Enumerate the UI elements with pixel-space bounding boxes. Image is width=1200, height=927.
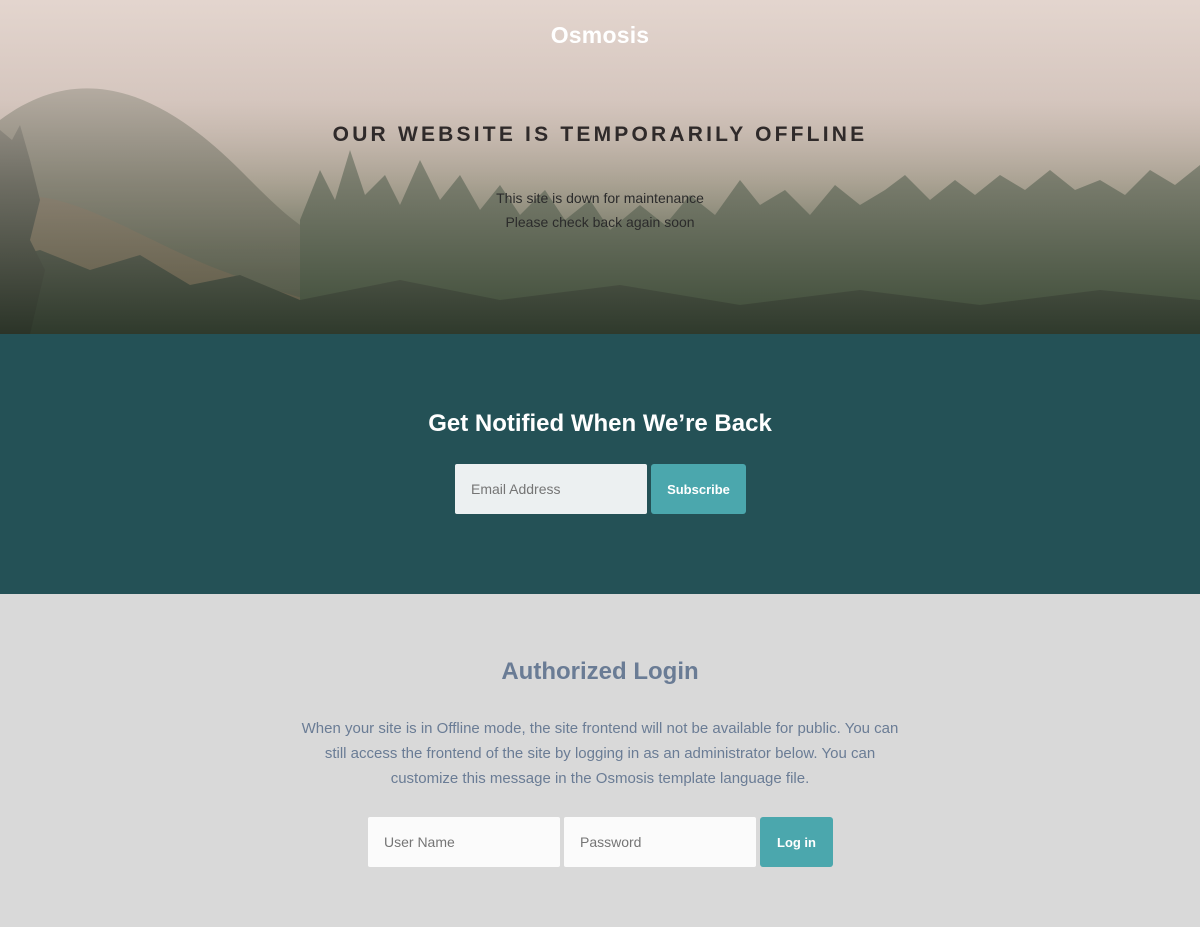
login-section: Authorized Login When your site is in Of… xyxy=(0,594,1200,927)
login-form: Log in xyxy=(368,817,833,867)
hero-section: Osmosis OUR WEBSITE IS TEMPORARILY OFFLI… xyxy=(0,0,1200,334)
login-title: Authorized Login xyxy=(501,658,699,685)
subscribe-form: Subscribe xyxy=(455,464,746,514)
offline-message-line-2: Please check back again soon xyxy=(505,214,695,230)
subscribe-button[interactable]: Subscribe xyxy=(651,464,746,514)
notify-section: Get Notified When We’re Back Subscribe xyxy=(0,334,1200,594)
offline-headline: OUR WEBSITE IS TEMPORARILY OFFLINE xyxy=(332,123,868,146)
notify-title: Get Notified When We’re Back xyxy=(428,410,772,437)
email-input[interactable] xyxy=(455,464,647,514)
offline-message-line-1: This site is down for maintenance xyxy=(496,190,704,206)
password-input[interactable] xyxy=(564,817,756,867)
site-logo: Osmosis xyxy=(550,22,650,48)
login-description: When your site is in Offline mode, the s… xyxy=(301,720,899,787)
forest-background-image xyxy=(0,0,1200,334)
offline-message: This site is down for maintenance Please… xyxy=(0,186,1200,234)
username-input[interactable] xyxy=(368,817,560,867)
login-button[interactable]: Log in xyxy=(760,817,833,867)
